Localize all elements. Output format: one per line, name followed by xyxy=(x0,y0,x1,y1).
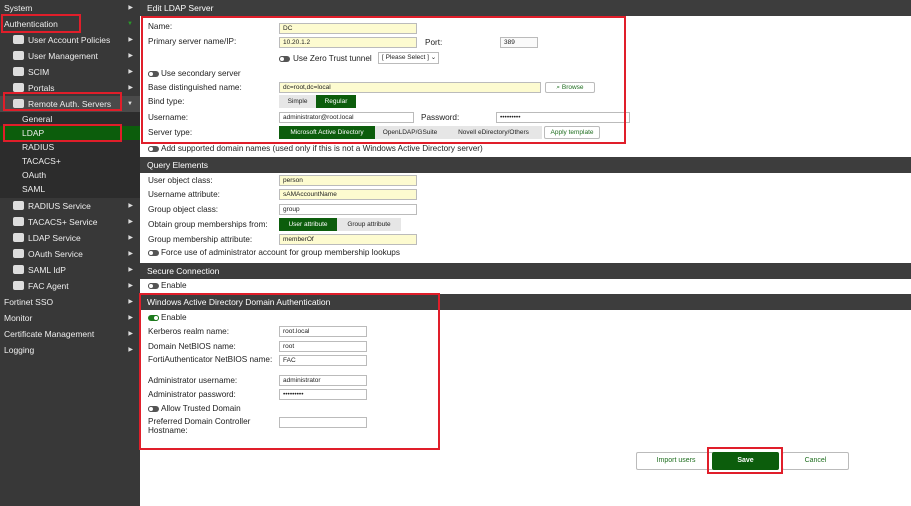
obtain-user-attribute[interactable]: User attribute xyxy=(279,218,337,231)
radius-icon xyxy=(13,201,24,210)
query-elements-header: Query Elements xyxy=(140,157,911,173)
label: TACACS+ xyxy=(22,156,61,166)
chevron-right-icon: ▶ xyxy=(128,69,133,75)
obtain-memberships-label: Obtain group memberships from: xyxy=(148,220,268,229)
chevron-right-icon: ▶ xyxy=(128,85,133,91)
sidebar-item-fac-agent[interactable]: FAC Agent ▶ xyxy=(0,278,140,294)
saml-icon xyxy=(13,265,24,274)
chevron-right-icon: ▶ xyxy=(128,267,133,273)
sidebar-item-oauth[interactable]: OAuth xyxy=(0,168,140,182)
label: TACACS+ Service xyxy=(28,217,98,227)
label: Fortinet SSO xyxy=(4,297,54,307)
obtain-group-attribute[interactable]: Group attribute xyxy=(337,218,401,231)
chevron-right-icon: ▶ xyxy=(128,235,133,241)
chevron-down-icon: ▼ xyxy=(127,21,133,27)
label: Monitor xyxy=(4,313,33,323)
sidebar: System ▶ Authentication ▼ User Account Pol… xyxy=(0,0,140,506)
portal-icon xyxy=(13,83,24,92)
label: RADIUS Service xyxy=(28,201,91,211)
chevron-right-icon: ▶ xyxy=(128,315,133,321)
highlight-box xyxy=(3,124,122,142)
chevron-right-icon: ▶ xyxy=(128,203,133,209)
force-admin-label: Force use of administrator account for g… xyxy=(161,248,400,257)
label: LDAP Service xyxy=(28,233,81,243)
ldap-icon xyxy=(13,233,24,242)
user-class-input[interactable]: person xyxy=(279,175,417,186)
group-class-input[interactable]: group xyxy=(279,204,417,215)
oauth-icon xyxy=(13,249,24,258)
label: SAML xyxy=(22,184,46,194)
label: SCIM xyxy=(28,67,50,77)
add-domains-label: Add supported domain names (used only if… xyxy=(161,144,483,153)
sidebar-item-fortinet-sso[interactable]: Fortinet SSO ▶ xyxy=(0,294,140,310)
force-admin-toggle[interactable] xyxy=(148,250,159,256)
sidebar-item-radius[interactable]: RADIUS xyxy=(0,140,140,154)
label: System xyxy=(4,3,33,13)
username-attr-input[interactable]: sAMAccountName xyxy=(279,189,417,200)
highlight-box xyxy=(139,293,440,450)
edit-ldap-header: Edit LDAP Server xyxy=(140,0,911,16)
label: User Management xyxy=(28,51,98,61)
chevron-down-icon: ▼ xyxy=(127,101,133,107)
cancel-button[interactable]: Cancel xyxy=(782,452,849,470)
label: General xyxy=(22,114,53,124)
secure-connection-header: Secure Connection xyxy=(140,263,911,279)
sidebar-item-oauth-service[interactable]: OAuth Service ▶ xyxy=(0,246,140,262)
secure-enable-toggle[interactable] xyxy=(148,283,159,289)
label: SAML IdP xyxy=(28,265,66,275)
add-domains-toggle[interactable] xyxy=(148,146,159,152)
sidebar-item-tacacs-service[interactable]: TACACS+ Service ▶ xyxy=(0,214,140,230)
sidebar-item-radius-service[interactable]: RADIUS Service ▶ xyxy=(0,198,140,214)
chevron-right-icon: ▶ xyxy=(128,219,133,225)
chevron-right-icon: ▶ xyxy=(128,347,133,353)
user-class-label: User object class: xyxy=(148,176,213,185)
label: RADIUS xyxy=(22,142,55,152)
highlight-box xyxy=(141,16,626,144)
chevron-right-icon: ▶ xyxy=(128,331,133,337)
chevron-right-icon: ▶ xyxy=(128,53,133,59)
import-users-button[interactable]: Import users xyxy=(636,452,716,470)
sidebar-item-tacacs[interactable]: TACACS+ xyxy=(0,154,140,168)
chevron-right-icon: ▶ xyxy=(128,251,133,257)
scim-icon xyxy=(13,67,24,76)
chevron-right-icon: ▶ xyxy=(128,299,133,305)
tacacs-icon xyxy=(13,217,24,226)
username-attr-label: Username attribute: xyxy=(148,190,220,199)
sidebar-item-ldap-service[interactable]: LDAP Service ▶ xyxy=(0,230,140,246)
chevron-right-icon: ▶ xyxy=(128,5,133,11)
sidebar-item-saml-idp[interactable]: SAML IdP ▶ xyxy=(0,262,140,278)
label: Certificate Management xyxy=(4,329,95,339)
membership-attr-label: Group membership attribute: xyxy=(148,235,253,244)
label: OAuth Service xyxy=(28,249,83,259)
sidebar-item-scim[interactable]: SCIM ▶ xyxy=(0,64,140,80)
group-class-label: Group object class: xyxy=(148,205,219,214)
sidebar-item-logging[interactable]: Logging ▶ xyxy=(0,342,140,358)
chevron-right-icon: ▶ xyxy=(128,283,133,289)
highlight-box xyxy=(3,92,122,111)
membership-attr-input[interactable]: memberOf xyxy=(279,234,417,245)
users-icon xyxy=(13,51,24,60)
sidebar-item-user-management[interactable]: User Management ▶ xyxy=(0,48,140,64)
sidebar-item-saml[interactable]: SAML xyxy=(0,182,140,196)
highlight-box xyxy=(1,14,81,33)
label: Logging xyxy=(4,345,35,355)
label: FAC Agent xyxy=(28,281,69,291)
sidebar-item-user-account-policies[interactable]: User Account Policies ▶ xyxy=(0,32,140,48)
highlight-box xyxy=(707,447,783,474)
sidebar-item-certificate-management[interactable]: Certificate Management ▶ xyxy=(0,326,140,342)
sidebar-item-monitor[interactable]: Monitor ▶ xyxy=(0,310,140,326)
agent-icon xyxy=(13,281,24,290)
secure-enable-label: Enable xyxy=(161,281,187,290)
chevron-right-icon: ▶ xyxy=(128,37,133,43)
user-policy-icon xyxy=(13,35,24,44)
label: User Account Policies xyxy=(28,35,111,45)
label: OAuth xyxy=(22,170,47,180)
